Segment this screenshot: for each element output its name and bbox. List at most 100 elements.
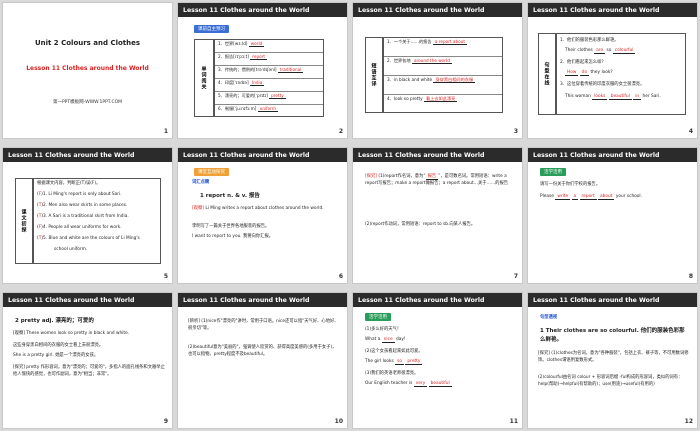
credit-text: 第一PPT模板网-WWW.1PPT.COM — [52, 100, 123, 105]
sentence-en: This woman looks beautiful in her Sari. — [565, 94, 661, 100]
answer-line: Our English teacher is very beautiful — [365, 381, 452, 387]
header-title: Lesson 11 Clothes around the World — [8, 151, 135, 159]
slide-header: Lesson 11 Clothes around the World — [353, 148, 522, 162]
tf-item: (T)5. Blue and white are the colours of … — [37, 236, 140, 241]
slide-header: Lesson 11 Clothes around the World — [178, 3, 347, 17]
side-label: 课文初探 — [15, 178, 33, 264]
question-text: (3)我们的英语老师很漂亮。 — [365, 371, 419, 376]
slide-thumb-8[interactable]: Lesson 11 Clothes around the World 活学活用 … — [527, 147, 698, 284]
slide-number: 6 — [338, 273, 343, 280]
header-title: Lesson 11 Clothes around the World — [183, 151, 310, 159]
slide-number: 8 — [688, 273, 693, 280]
observe-translation: 这些身穿黑白相间的衣服的女士看上去很漂亮。 — [13, 343, 104, 348]
slide-number: 11 — [509, 418, 518, 425]
tf-item: (T)3. A Sari is a traditional skirt from… — [37, 214, 129, 219]
slide-thumb-10[interactable]: Lesson 11 Clothes around the World [辨析] … — [177, 292, 348, 429]
slide-number: 7 — [513, 273, 518, 280]
explore-text-2: (2)report作动词，常用短语：report to sb.向某人报告。 — [365, 222, 476, 227]
phrase-row: 2．世界各地 around the world — [384, 57, 502, 76]
slide-header: Lesson 11 Clothes around the World — [528, 3, 697, 17]
sub-heading: 词汇点睛 — [192, 180, 210, 185]
sentence-en: How do they look? — [565, 70, 613, 76]
example-translation: 李明写了一篇关于世界各地服装的报告。 — [192, 224, 270, 229]
explore-text: [探究] pretty 作形容词，意为"漂亮的；可爱的"，多指人的面孔线条和文雅… — [13, 365, 165, 377]
header-title: Lesson 11 Clothes around the World — [183, 296, 310, 304]
slide-number: 5 — [163, 273, 168, 280]
header-title: Lesson 11 Clothes around the World — [358, 6, 485, 14]
slide-thumb-12[interactable]: Lesson 11 Clothes around the World 句型透视 … — [527, 292, 698, 429]
vocab-row: 6．制服[ˈjuːnɪfɔːm] uniform — [218, 106, 278, 112]
slide-header: Lesson 11 Clothes around the World — [528, 293, 697, 307]
header-title: Lesson 11 Clothes around the World — [533, 6, 660, 14]
question-text: 请写一份关于你们学校的报告。 — [540, 182, 601, 187]
slide-thumb-11[interactable]: Lesson 11 Clothes around the World 活学活用 … — [352, 292, 523, 429]
vocab-row: 1．世界[wɜːld] world — [215, 40, 323, 53]
slide-number: 2 — [338, 128, 343, 135]
tf-item: (F)4. People all wear uniforms for work. — [37, 225, 122, 230]
tf-item-cont: school uniform. — [54, 247, 88, 252]
phrase-row: 4．look so pretty 看上去如此漂亮 — [387, 96, 458, 102]
vocab-row: 2．报告[rɪˈpɔːt] report — [215, 53, 323, 66]
slide-thumb-2[interactable]: Lesson 11 Clothes around the World 课前自主预… — [177, 2, 348, 139]
instruction-text: 根据课文内容，判断正(T)误(F)。 — [37, 181, 101, 186]
sentence-en: Their clothes are so colourful — [565, 48, 636, 54]
sentence-cn: 1．他们的服装色彩那么鲜艳。 — [560, 38, 619, 43]
slide-number: 4 — [688, 128, 693, 135]
question-text: (1)多么好的天气！ — [365, 327, 402, 332]
slide-thumb-1[interactable]: Unit 2 Colours and Clothes Lesson 11 Clo… — [2, 2, 173, 139]
example-text: [观察] Li Ming writes a report about cloth… — [192, 206, 324, 211]
tf-item: (T)2. Men also wear skirts in some place… — [37, 203, 128, 208]
observe-text: [观察] These women look so pretty in black… — [13, 331, 130, 336]
explore-text-2: (2)colourful由名词 colour + 形容词后缀 -ful构成的形容… — [538, 375, 683, 387]
header-title: Lesson 11 Clothes around the World — [8, 296, 135, 304]
slide-header: Lesson 11 Clothes around the World — [3, 148, 172, 162]
header-title: Lesson 11 Clothes around the World — [358, 296, 485, 304]
sub-heading: 句型透视 — [540, 315, 558, 320]
slide-header: Lesson 11 Clothes around the World — [3, 293, 172, 307]
header-title: Lesson 11 Clothes around the World — [533, 296, 660, 304]
explore-text: [探究] (1)report作名词，意为“ 报告 ”，是可数名词。常用短语：writ… — [365, 174, 509, 186]
sentence-box: 1．他们的服装色彩那么鲜艳。 Their clothes are so colo… — [556, 33, 686, 115]
section-tag: 课堂互动探究 — [194, 168, 229, 176]
header-title: Lesson 11 Clothes around the World — [533, 151, 660, 159]
tf-item: (F)1. Li Ming's report is only about Sar… — [37, 192, 122, 197]
word-entry: 1 report n. & v. 报告 — [200, 193, 260, 199]
vocab-row: 3．传统的；惯例的[trəˈdɪʃənl] traditional — [215, 66, 323, 79]
compare-text-2: (2)beautiful意为"美丽的"，强调使人欣赏的、获得高度美感的(多用于女… — [188, 345, 337, 357]
unit-title: Unit 2 Colours and Clothes — [34, 39, 141, 47]
slide-thumb-7[interactable]: Lesson 11 Clothes around the World [探究] … — [352, 147, 523, 284]
answer-line: Please write a report about your school. — [540, 194, 642, 200]
answer-line: The girl looks so pretty — [365, 359, 423, 365]
slide-header: Lesson 11 Clothes around the World — [178, 293, 347, 307]
slide-grid: Unit 2 Colours and Clothes Lesson 11 Clo… — [2, 2, 698, 429]
header-title: Lesson 11 Clothes around the World — [358, 151, 485, 159]
sentence-cn: 2．他们看起来怎么样？ — [560, 60, 606, 65]
slide-thumb-9[interactable]: Lesson 11 Clothes around the World 2 pre… — [2, 292, 173, 429]
word-entry: 2 pretty adj. 漂亮的；可爱的 — [15, 318, 94, 324]
slide-thumb-4[interactable]: Lesson 11 Clothes around the World 句型在线 … — [527, 2, 698, 139]
slide-number: 12 — [684, 418, 693, 425]
phrase-table: 1．一个关于……的报告 a report about 2．世界各地 around… — [383, 37, 503, 113]
vocab-row: 4．印度[ˈɪndɪə] India — [215, 79, 323, 92]
slide-thumb-6[interactable]: Lesson 11 Clothes around the World 课堂互动探… — [177, 147, 348, 284]
sentence-cn: 3．这位穿着传统的印度衣服的女士很漂亮。 — [560, 82, 645, 87]
side-label: 句型在线 — [538, 33, 556, 115]
slide-header: Lesson 11 Clothes around the World — [528, 148, 697, 162]
explore-text: [探究] (1)clothes为名词，意为"各种服装"，包括上衣、裤子等，不可用… — [538, 351, 689, 363]
slide-thumb-5[interactable]: Lesson 11 Clothes around the World 课文初探 … — [2, 147, 173, 284]
section-tag: 课前自主预习 — [194, 25, 229, 33]
slide-number: 9 — [163, 418, 168, 425]
vocab-row: 5．漂亮的；可爱的[ˈprɪtɪ] pretty — [215, 92, 323, 105]
section-tag: 活学活用 — [540, 168, 566, 176]
sentence-entry: 1 Their clothes are so colourful. 他们的服装色… — [540, 328, 685, 343]
header-title: Lesson 11 Clothes around the World — [183, 6, 310, 14]
side-label: 短语互译 — [365, 37, 383, 113]
compare-text: [辨析] (1)nice作"漂亮的"讲时，常用于口语。nice还可以指"天气好、… — [188, 319, 339, 331]
phrase-row: 3．in black and white 身穿黑白相间的衣服 — [384, 76, 502, 95]
vocab-table: 1．世界[wɜːld] world 2．报告[rɪˈpɔːt] report 3… — [214, 39, 324, 117]
slide-thumb-3[interactable]: Lesson 11 Clothes around the World 短语互译 … — [352, 2, 523, 139]
slide-header: Lesson 11 Clothes around the World — [353, 3, 522, 17]
question-text: (2)这个女孩看起来如此可爱。 — [365, 349, 423, 354]
slide-header: Lesson 11 Clothes around the World — [353, 293, 522, 307]
lesson-title: Lesson 11 Clothes around the World — [26, 65, 149, 72]
